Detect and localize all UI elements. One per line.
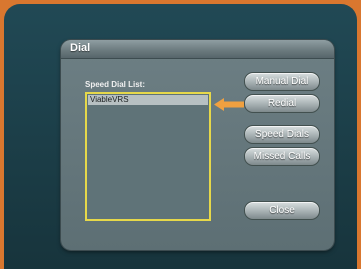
missed-calls-button[interactable]: Missed Calls [244,147,320,166]
redial-button[interactable]: Redial [244,94,320,113]
speed-dial-list[interactable]: ViableVRS [85,92,211,221]
dial-dialog: Dial Speed Dial List: ViableVRS Manual D… [61,40,334,250]
dialog-title: Dial [70,42,91,54]
arrow-left-icon [214,98,244,111]
speed-dials-button[interactable]: Speed Dials [244,125,320,144]
window-frame: Dial Speed Dial List: ViableVRS Manual D… [4,4,357,269]
list-item[interactable]: ViableVRS [88,95,208,105]
speed-dial-list-label: Speed Dial List: [85,80,146,89]
dialog-titlebar: Dial [61,40,334,59]
close-button[interactable]: Close [244,201,320,220]
manual-dial-button[interactable]: Manual Dial [244,72,320,91]
